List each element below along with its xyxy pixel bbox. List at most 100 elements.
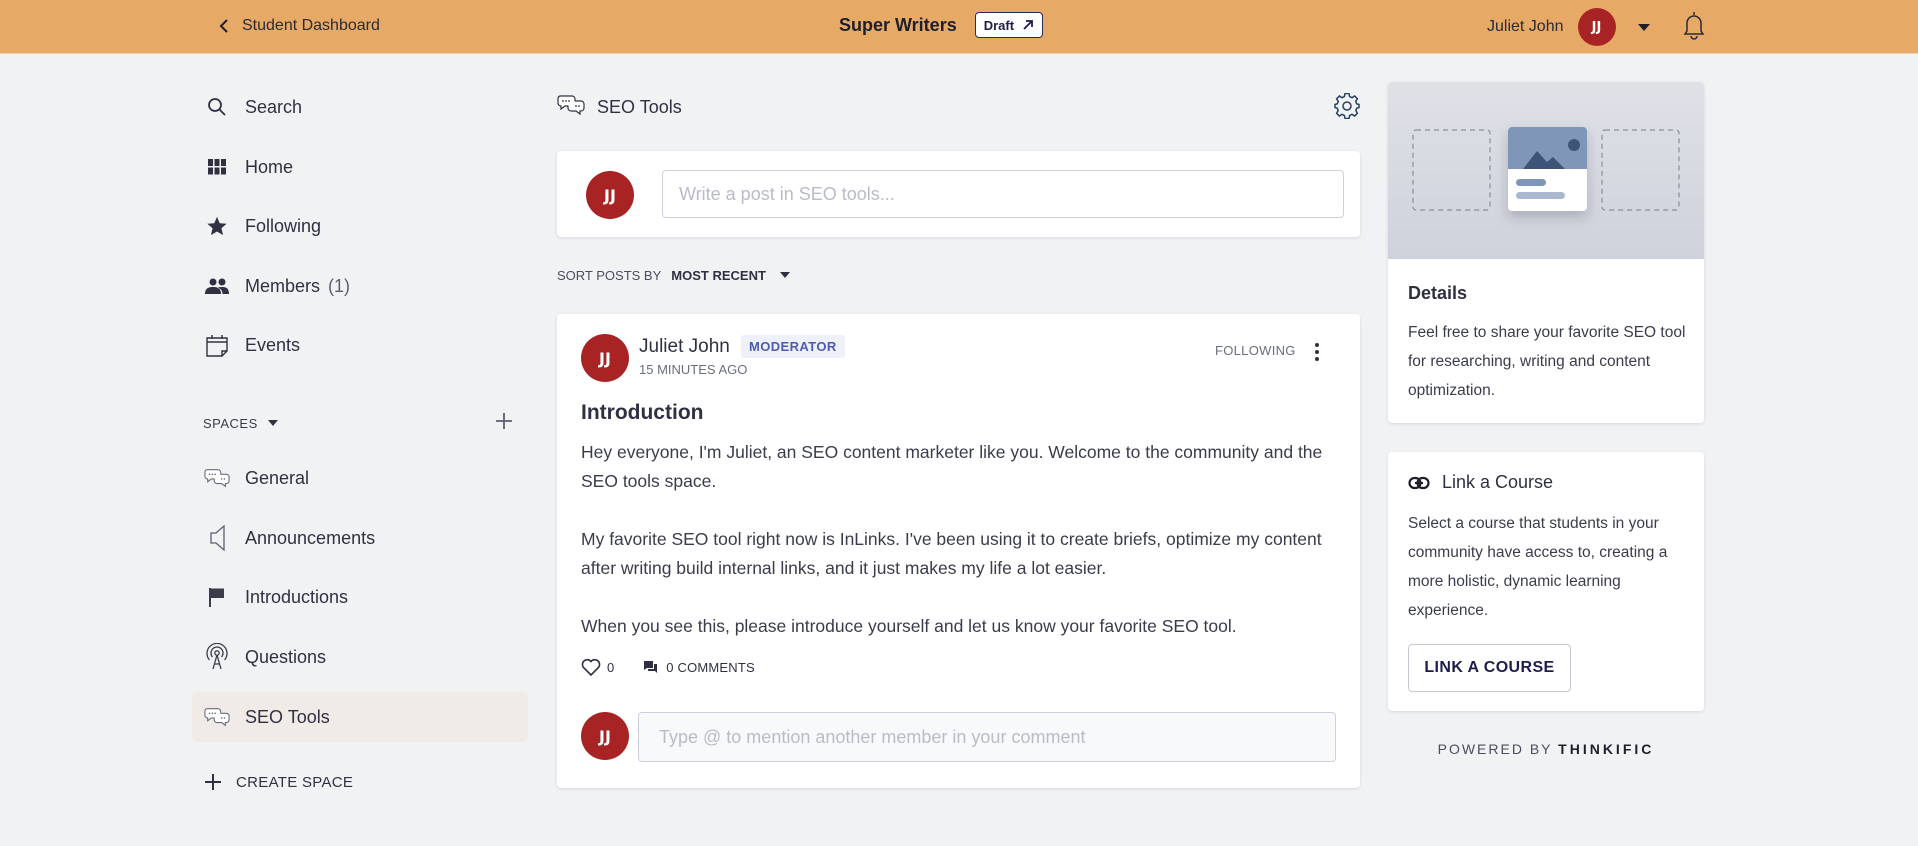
flag-icon xyxy=(204,584,230,610)
sidebar-item-label: Introductions xyxy=(245,586,349,607)
powered-by-label: POWERED BY xyxy=(1437,741,1553,757)
details-card: Details Feel free to share your favorite… xyxy=(1388,82,1704,423)
create-space-button[interactable]: CREATE SPACE xyxy=(204,767,353,797)
post-timestamp: 15 MINUTES AGO xyxy=(639,362,748,377)
sidebar-space-announcements[interactable]: Announcements xyxy=(192,513,528,563)
following-button[interactable]: FOLLOWING xyxy=(1215,343,1296,358)
details-illustration xyxy=(1388,82,1704,259)
post-paragraph: When you see this, please introduce your… xyxy=(581,616,1237,636)
like-count: 0 xyxy=(607,659,615,675)
external-arrow-icon xyxy=(1023,20,1033,30)
comments-icon xyxy=(644,660,658,673)
link-icon xyxy=(1408,476,1430,489)
sidebar-item-label: Members xyxy=(245,275,321,296)
sidebar-space-seo-tools[interactable]: SEO Tools xyxy=(192,692,528,742)
details-description: Feel free to share your favorite SEO too… xyxy=(1408,324,1686,399)
plus-icon xyxy=(205,774,221,790)
calendar-icon xyxy=(204,332,230,358)
chat-bubbles-icon xyxy=(204,465,230,491)
chat-bubbles-icon xyxy=(557,94,585,121)
sidebar-item-home[interactable]: Home xyxy=(192,142,528,192)
chat-bubbles-icon xyxy=(204,704,230,730)
community-name: Super Writers xyxy=(839,14,957,35)
create-space-label: CREATE SPACE xyxy=(236,773,354,791)
image-placeholder-icon xyxy=(1412,127,1680,211)
link-course-header: Link a Course xyxy=(1408,472,1553,493)
sidebar-item-label: Events xyxy=(245,334,301,355)
sort-dropdown[interactable]: MOST RECENT xyxy=(671,268,790,283)
post-composer: JJ xyxy=(557,151,1360,237)
sort-label: SORT POSTS BY xyxy=(557,267,662,283)
sidebar-space-questions[interactable]: Questions xyxy=(192,632,528,682)
powered-by-footer: POWERED BY THINKIFIC xyxy=(1388,741,1704,757)
user-menu[interactable]: Juliet John JJ xyxy=(1487,8,1650,46)
sidebar-space-introductions[interactable]: Introductions xyxy=(192,572,528,622)
sidebar-item-label: Search xyxy=(245,96,303,117)
comment-input[interactable] xyxy=(638,712,1336,762)
details-title: Details xyxy=(1408,283,1468,303)
sidebar-item-events[interactable]: Events xyxy=(192,320,528,370)
post-actions: 0 0 COMMENTS xyxy=(581,658,755,676)
commenter-avatar: JJ xyxy=(581,712,629,760)
back-to-dashboard-link[interactable]: Student Dashboard xyxy=(218,14,380,38)
grid-icon xyxy=(204,154,230,180)
space-header: SEO Tools xyxy=(557,92,1360,122)
top-bar: Student Dashboard Super Writers Draft Ju… xyxy=(0,0,1918,54)
spaces-label: SPACES xyxy=(203,415,258,431)
draft-badge[interactable]: Draft xyxy=(974,12,1044,38)
link-course-title: Link a Course xyxy=(1442,472,1554,492)
caret-down-icon[interactable] xyxy=(1637,23,1650,31)
comments-count: 0 COMMENTS xyxy=(666,659,755,675)
community-brand: Super Writers Draft xyxy=(839,12,1044,38)
gear-icon[interactable] xyxy=(1334,93,1360,119)
link-course-description: Select a course that students in your co… xyxy=(1408,515,1668,619)
sidebar-item-label: Following xyxy=(245,215,322,236)
space-title: SEO Tools xyxy=(597,96,682,117)
more-options-icon[interactable] xyxy=(1309,340,1325,364)
comments-button[interactable]: 0 COMMENTS xyxy=(644,660,755,675)
like-button[interactable]: 0 xyxy=(581,658,614,676)
post-title: Introduction xyxy=(581,401,704,424)
sidebar-item-label: Home xyxy=(245,156,294,177)
sidebar-item-label: Questions xyxy=(245,646,327,667)
link-a-course-button[interactable]: LINK A COURSE xyxy=(1408,644,1571,692)
sidebar-item-label: SEO Tools xyxy=(245,706,330,727)
people-icon xyxy=(204,273,230,299)
sort-posts: SORT POSTS BY MOST RECENT xyxy=(557,265,790,285)
back-link-label: Student Dashboard xyxy=(242,17,380,34)
spaces-toggle[interactable]: SPACES xyxy=(203,416,278,431)
post-paragraph: My favorite SEO tool right now is InLink… xyxy=(581,529,1322,578)
draft-label: Draft xyxy=(983,17,1015,33)
sidebar-item-following[interactable]: Following xyxy=(192,201,528,251)
add-space-icon[interactable] xyxy=(494,411,514,431)
composer-avatar: JJ xyxy=(586,171,634,219)
megaphone-icon xyxy=(204,524,230,552)
members-count: (1) xyxy=(328,275,351,296)
heart-icon xyxy=(581,658,601,676)
sidebar-item-label: Announcements xyxy=(245,527,376,548)
sidebar-item-search[interactable]: Search xyxy=(192,82,528,132)
caret-down-icon xyxy=(779,272,790,278)
post-card: JJ Juliet John MODERATOR 15 MINUTES AGO … xyxy=(557,314,1360,788)
author-avatar[interactable]: JJ xyxy=(581,334,629,382)
caret-down-icon xyxy=(267,420,278,426)
post-paragraph: Hey everyone, I'm Juliet, an SEO content… xyxy=(581,442,1323,491)
role-badge: MODERATOR xyxy=(741,335,845,358)
bell-icon[interactable] xyxy=(1681,10,1707,40)
user-name: Juliet John xyxy=(1487,18,1564,35)
link-course-card: Link a Course Select a course that stude… xyxy=(1388,452,1704,711)
chevron-left-icon xyxy=(219,19,228,33)
star-icon xyxy=(204,213,230,239)
sidebar-item-label: General xyxy=(245,467,310,488)
thinkific-logo[interactable]: THINKIFIC xyxy=(1558,741,1654,757)
post-body: Hey everyone, I'm Juliet, an SEO content… xyxy=(581,438,1341,670)
user-avatar[interactable]: JJ xyxy=(1577,8,1616,46)
search-icon xyxy=(204,94,230,120)
spaces-header: SPACES xyxy=(203,413,523,433)
sidebar-item-members[interactable]: Members (1) xyxy=(192,261,528,311)
sort-value: MOST RECENT xyxy=(671,267,766,283)
sidebar-space-general[interactable]: General xyxy=(192,453,528,503)
write-post-input[interactable] xyxy=(662,170,1344,218)
broadcast-icon xyxy=(204,643,230,670)
author-name[interactable]: Juliet John xyxy=(639,336,730,358)
